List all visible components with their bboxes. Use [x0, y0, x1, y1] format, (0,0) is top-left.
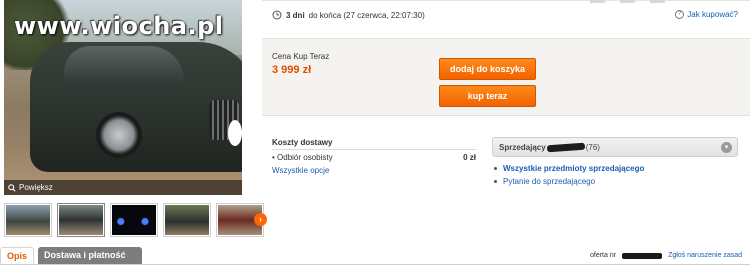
- shipping-cost: 0 zł: [463, 153, 476, 162]
- seller-label: Sprzedający: [499, 142, 546, 152]
- tab-description[interactable]: Opis: [0, 247, 34, 264]
- time-remaining: 3 dni do końca (27 czerwca, 22:07:30): [272, 10, 425, 20]
- watermark: www.wiocha.pl: [14, 12, 224, 40]
- how-to-buy-link[interactable]: ? Jak kupować?: [675, 10, 738, 19]
- offer-number-label: oferta nr: [589, 252, 617, 259]
- thumbnail-1[interactable]: [4, 203, 52, 237]
- thumbnail-next-arrow-icon[interactable]: ›: [254, 213, 267, 226]
- seller-dropdown[interactable]: Sprzedający (76) ▾: [492, 137, 738, 157]
- photo-wheel: [96, 112, 142, 158]
- enlarge-label: Powiększ: [19, 183, 53, 192]
- enlarge-button[interactable]: Powiększ: [4, 180, 242, 195]
- top-tab-indicators: [590, 0, 670, 3]
- offer-number-redacted: [622, 252, 663, 259]
- clock-icon: [272, 10, 282, 20]
- bottom-tabs: Opis Dostawa i płatność: [0, 247, 142, 264]
- top-divider: [262, 0, 750, 1]
- seller-question-link[interactable]: Pytanie do sprzedającego: [494, 177, 644, 186]
- price-value: 3 999 zł: [272, 64, 312, 76]
- tab-shipping-payment[interactable]: Dostawa i płatność: [38, 247, 142, 264]
- thumbnail-2[interactable]: [57, 203, 105, 237]
- how-to-buy-label: Jak kupować?: [687, 10, 738, 19]
- shipping-option: • Odbiór osobisty: [272, 153, 333, 162]
- photo-windshield: [64, 46, 184, 86]
- shipping-option-row: • Odbiór osobisty 0 zł: [272, 153, 476, 162]
- chevron-down-icon: ▾: [721, 142, 732, 153]
- shipping-divider: [272, 149, 476, 150]
- photo-plate: [228, 120, 242, 146]
- main-photo[interactable]: www.wiocha.pl Powiększ: [4, 0, 242, 195]
- offer-info: oferta nr Zgłoś naruszenie zasad: [590, 252, 742, 259]
- seller-all-items-link[interactable]: Wszystkie przedmioty sprzedającego: [494, 164, 644, 173]
- thumbnail-strip: [4, 203, 266, 239]
- price-label: Cena Kup Teraz: [272, 52, 330, 61]
- add-to-cart-button[interactable]: dodaj do koszyka: [439, 58, 536, 80]
- buy-now-button[interactable]: kup teraz: [439, 85, 536, 107]
- thumbnail-4[interactable]: [163, 203, 211, 237]
- help-icon: ?: [675, 10, 685, 19]
- report-violation-link[interactable]: Zgłoś naruszenie zasad: [668, 252, 742, 259]
- days-left: 3 dni: [286, 10, 305, 20]
- shipping-all-options-link[interactable]: Wszystkie opcje: [272, 166, 329, 175]
- seller-name-redacted: [546, 142, 585, 152]
- seller-links: Wszystkie przedmioty sprzedającego Pytan…: [494, 164, 644, 190]
- seller-rating: (76): [585, 142, 600, 152]
- end-time: do końca (27 czerwca, 22:07:30): [308, 10, 425, 20]
- magnifier-icon: [8, 183, 16, 192]
- shipping-title: Koszty dostawy: [272, 138, 333, 147]
- thumbnail-3[interactable]: [110, 203, 158, 237]
- tabs-divider: [0, 264, 750, 265]
- price-box: Cena Kup Teraz 3 999 zł dodaj do koszyka…: [262, 38, 750, 116]
